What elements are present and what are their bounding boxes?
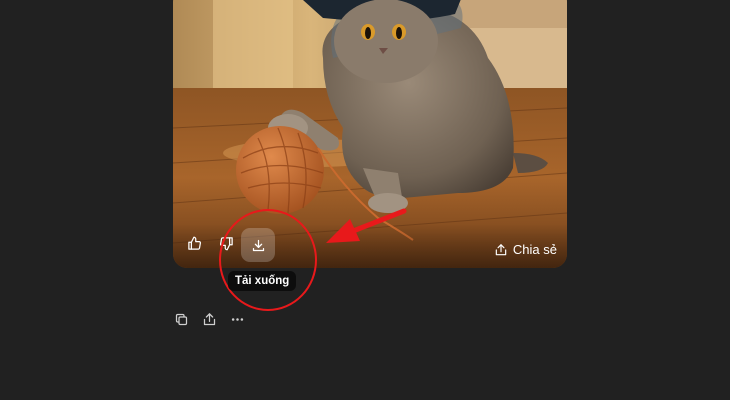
- download-button[interactable]: [241, 228, 275, 262]
- download-icon: [251, 238, 266, 253]
- share-icon: [202, 312, 217, 327]
- message-actions: [171, 309, 247, 329]
- share-button[interactable]: Chia sẻ: [494, 242, 557, 257]
- more-horizontal-icon: [230, 312, 245, 327]
- thumbs-up-icon: [187, 236, 202, 251]
- thumbs-down-icon: [219, 236, 234, 251]
- download-tooltip: Tải xuống: [228, 271, 297, 291]
- image-toolbar: Chia sẻ: [173, 224, 567, 268]
- share-label: Chia sẻ: [512, 242, 557, 257]
- more-options-button[interactable]: [227, 309, 247, 329]
- like-button[interactable]: [179, 228, 209, 258]
- share-icon: [494, 243, 508, 257]
- share-message-button[interactable]: [199, 309, 219, 329]
- dislike-button[interactable]: [211, 228, 241, 258]
- generated-image[interactable]: Chia sẻ: [173, 0, 567, 268]
- copy-icon: [174, 312, 189, 327]
- copy-button[interactable]: [171, 309, 191, 329]
